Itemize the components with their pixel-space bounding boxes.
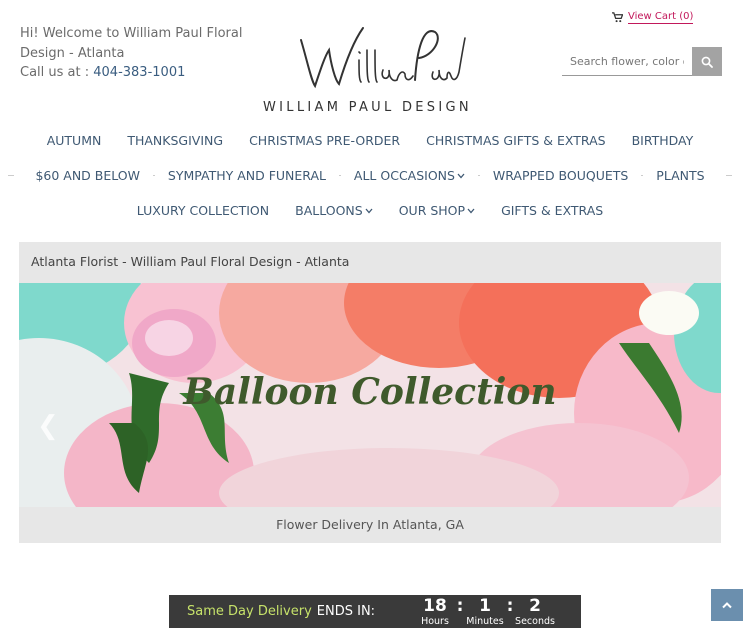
- timer-minutes-label: Minutes: [466, 616, 504, 627]
- ends-in-label: ENDS IN:: [316, 604, 376, 619]
- chevron-down-icon: [467, 208, 475, 213]
- hero-title: Balloon Collection: [183, 371, 557, 413]
- nav-item-our-shop-label: OUR SHOP: [398, 203, 466, 218]
- site-logo[interactable]: WILLIAM PAUL DESIGN: [255, 20, 485, 120]
- nav-item-all-occasions-label: ALL OCCASIONS: [353, 168, 455, 183]
- phone-link[interactable]: 404-383-1001: [93, 65, 185, 80]
- welcome-text: Hi! Welcome to William Paul Floral Desig…: [20, 26, 243, 61]
- timer-separator: :: [506, 596, 514, 616]
- search-button[interactable]: [692, 47, 722, 76]
- nav-item-christmas-gifts-extras[interactable]: CHRISTMAS GIFTS & EXTRAS: [413, 133, 618, 148]
- nav-item-wrapped-bouquets[interactable]: WRAPPED BOUQUETS: [480, 168, 641, 183]
- same-day-delivery-label: Same Day Delivery: [187, 604, 312, 619]
- hero-slider[interactable]: Balloon Collection ❮: [19, 283, 721, 507]
- delivery-countdown-bar: Same Day Delivery ENDS IN: 18 Hours : 1 …: [169, 595, 581, 628]
- hero-caption-bar: Flower Delivery In Atlanta, GA: [19, 507, 721, 543]
- page-heading-bar: Atlanta Florist - William Paul Floral De…: [19, 242, 721, 283]
- nav-item-all-occasions[interactable]: ALL OCCASIONS: [341, 168, 478, 183]
- search-input[interactable]: [562, 47, 692, 76]
- shopping-cart-icon: [612, 12, 623, 23]
- chevron-down-icon: [365, 208, 373, 213]
- timer-seconds-value: 2: [529, 596, 541, 616]
- nav-item-autumn[interactable]: AUTUMN: [34, 133, 115, 148]
- countdown-timer: 18 Hours : 1 Minutes : 2 Seconds: [417, 596, 555, 627]
- main-nav-row-3: LUXURY COLLECTION BALLOONS OUR SHOP GIFT…: [0, 203, 740, 218]
- page-heading: Atlanta Florist - William Paul Floral De…: [31, 254, 350, 269]
- search-bar: [562, 47, 722, 76]
- timer-minutes-value: 1: [479, 596, 491, 616]
- search-icon: [701, 56, 713, 68]
- chevron-up-icon: [722, 602, 732, 609]
- slider-prev-button[interactable]: ❮: [37, 411, 59, 441]
- logo-tagline: WILLIAM PAUL DESIGN: [263, 100, 472, 115]
- nav-item-luxury-collection[interactable]: LUXURY COLLECTION: [124, 203, 282, 218]
- nav-item-balloons[interactable]: BALLOONS: [282, 203, 386, 218]
- chevron-left-icon: ❮: [37, 411, 59, 441]
- timer-hours-value: 18: [423, 596, 447, 616]
- chevron-down-icon: [457, 173, 465, 178]
- timer-hours: 18 Hours: [417, 596, 453, 627]
- nav-divider: [725, 175, 732, 176]
- main-nav-row-1: AUTUMN THANKSGIVING CHRISTMAS PRE-ORDER …: [0, 133, 740, 148]
- cart-label: View Cart (0): [628, 11, 694, 24]
- nav-item-christmas-pre-order[interactable]: CHRISTMAS PRE-ORDER: [236, 133, 413, 148]
- nav-item-our-shop[interactable]: OUR SHOP: [386, 203, 488, 218]
- view-cart-link[interactable]: View Cart (0): [612, 11, 694, 24]
- nav-item-birthday[interactable]: BIRTHDAY: [619, 133, 707, 148]
- main-nav-row-2: $60 AND BELOW SYMPATHY AND FUNERAL ALL O…: [0, 168, 740, 183]
- timer-separator: :: [456, 596, 464, 616]
- nav-item-plants[interactable]: PLANTS: [643, 168, 717, 183]
- call-line: Call us at : 404-383-1001: [20, 63, 245, 83]
- nav-item-60-and-below[interactable]: $60 AND BELOW: [22, 168, 153, 183]
- logo-script-signature: [300, 27, 466, 89]
- timer-seconds: 2 Seconds: [515, 596, 555, 627]
- nav-divider: [8, 175, 15, 176]
- call-label: Call us at :: [20, 65, 94, 80]
- timer-minutes: 1 Minutes: [466, 596, 504, 627]
- timer-hours-label: Hours: [421, 616, 449, 627]
- nav-item-gifts-extras[interactable]: GIFTS & EXTRAS: [488, 203, 616, 218]
- timer-seconds-label: Seconds: [515, 616, 555, 627]
- welcome-message: Hi! Welcome to William Paul Floral Desig…: [20, 24, 245, 83]
- back-to-top-button[interactable]: [711, 589, 743, 621]
- nav-item-balloons-label: BALLOONS: [295, 203, 363, 218]
- hero-caption: Flower Delivery In Atlanta, GA: [276, 517, 464, 532]
- nav-item-sympathy-funeral[interactable]: SYMPATHY AND FUNERAL: [155, 168, 339, 183]
- nav-item-thanksgiving[interactable]: THANKSGIVING: [114, 133, 236, 148]
